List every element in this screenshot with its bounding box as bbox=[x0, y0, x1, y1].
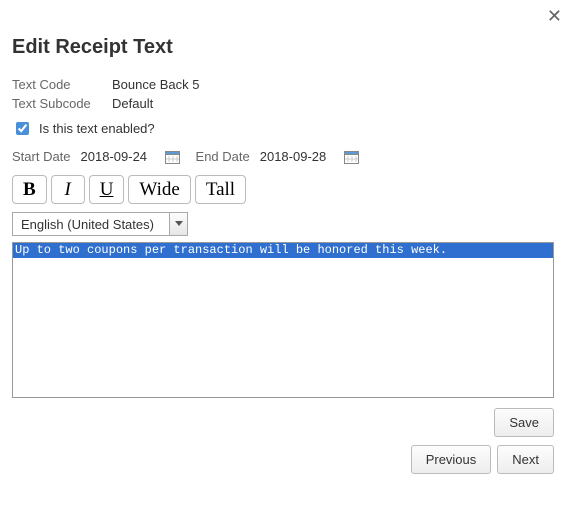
bold-button[interactable]: B bbox=[12, 175, 47, 204]
wide-button[interactable]: Wide bbox=[128, 175, 190, 204]
language-selected: English (United States) bbox=[13, 213, 169, 235]
enabled-label: Is this text enabled? bbox=[39, 121, 155, 136]
save-row: Save bbox=[12, 408, 554, 437]
calendar-icon[interactable] bbox=[165, 150, 180, 164]
close-icon[interactable]: ✕ bbox=[547, 6, 562, 27]
enabled-row: Is this text enabled? bbox=[12, 121, 554, 136]
text-code-row: Text Code Bounce Back 5 bbox=[12, 77, 554, 92]
receipt-text-editor[interactable]: Up to two coupons per transaction will b… bbox=[12, 242, 554, 398]
italic-button[interactable]: I bbox=[51, 175, 85, 204]
nav-row: Previous Next bbox=[12, 445, 554, 474]
previous-button[interactable]: Previous bbox=[411, 445, 492, 474]
text-subcode-row: Text Subcode Default bbox=[12, 96, 554, 111]
text-code-label: Text Code bbox=[12, 77, 112, 92]
underline-button[interactable]: U bbox=[89, 175, 125, 204]
calendar-icon[interactable] bbox=[344, 150, 359, 164]
editor-content: Up to two coupons per transaction will b… bbox=[13, 243, 553, 258]
dates-row: Start Date End Date bbox=[12, 148, 554, 165]
text-subcode-value: Default bbox=[112, 96, 153, 111]
text-subcode-label: Text Subcode bbox=[12, 96, 112, 111]
page-title: Edit Receipt Text bbox=[12, 36, 554, 59]
language-select[interactable]: English (United States) bbox=[12, 212, 188, 236]
tall-button[interactable]: Tall bbox=[195, 175, 246, 204]
text-code-value: Bounce Back 5 bbox=[112, 77, 199, 92]
end-date-label: End Date bbox=[196, 149, 250, 164]
format-toolbar: B I U Wide Tall bbox=[12, 175, 554, 204]
start-date-input[interactable] bbox=[79, 148, 159, 165]
enabled-checkbox[interactable] bbox=[16, 122, 29, 135]
end-date-input[interactable] bbox=[258, 148, 338, 165]
chevron-down-icon[interactable] bbox=[169, 213, 187, 235]
next-button[interactable]: Next bbox=[497, 445, 554, 474]
save-button[interactable]: Save bbox=[494, 408, 554, 437]
start-date-label: Start Date bbox=[12, 149, 71, 164]
